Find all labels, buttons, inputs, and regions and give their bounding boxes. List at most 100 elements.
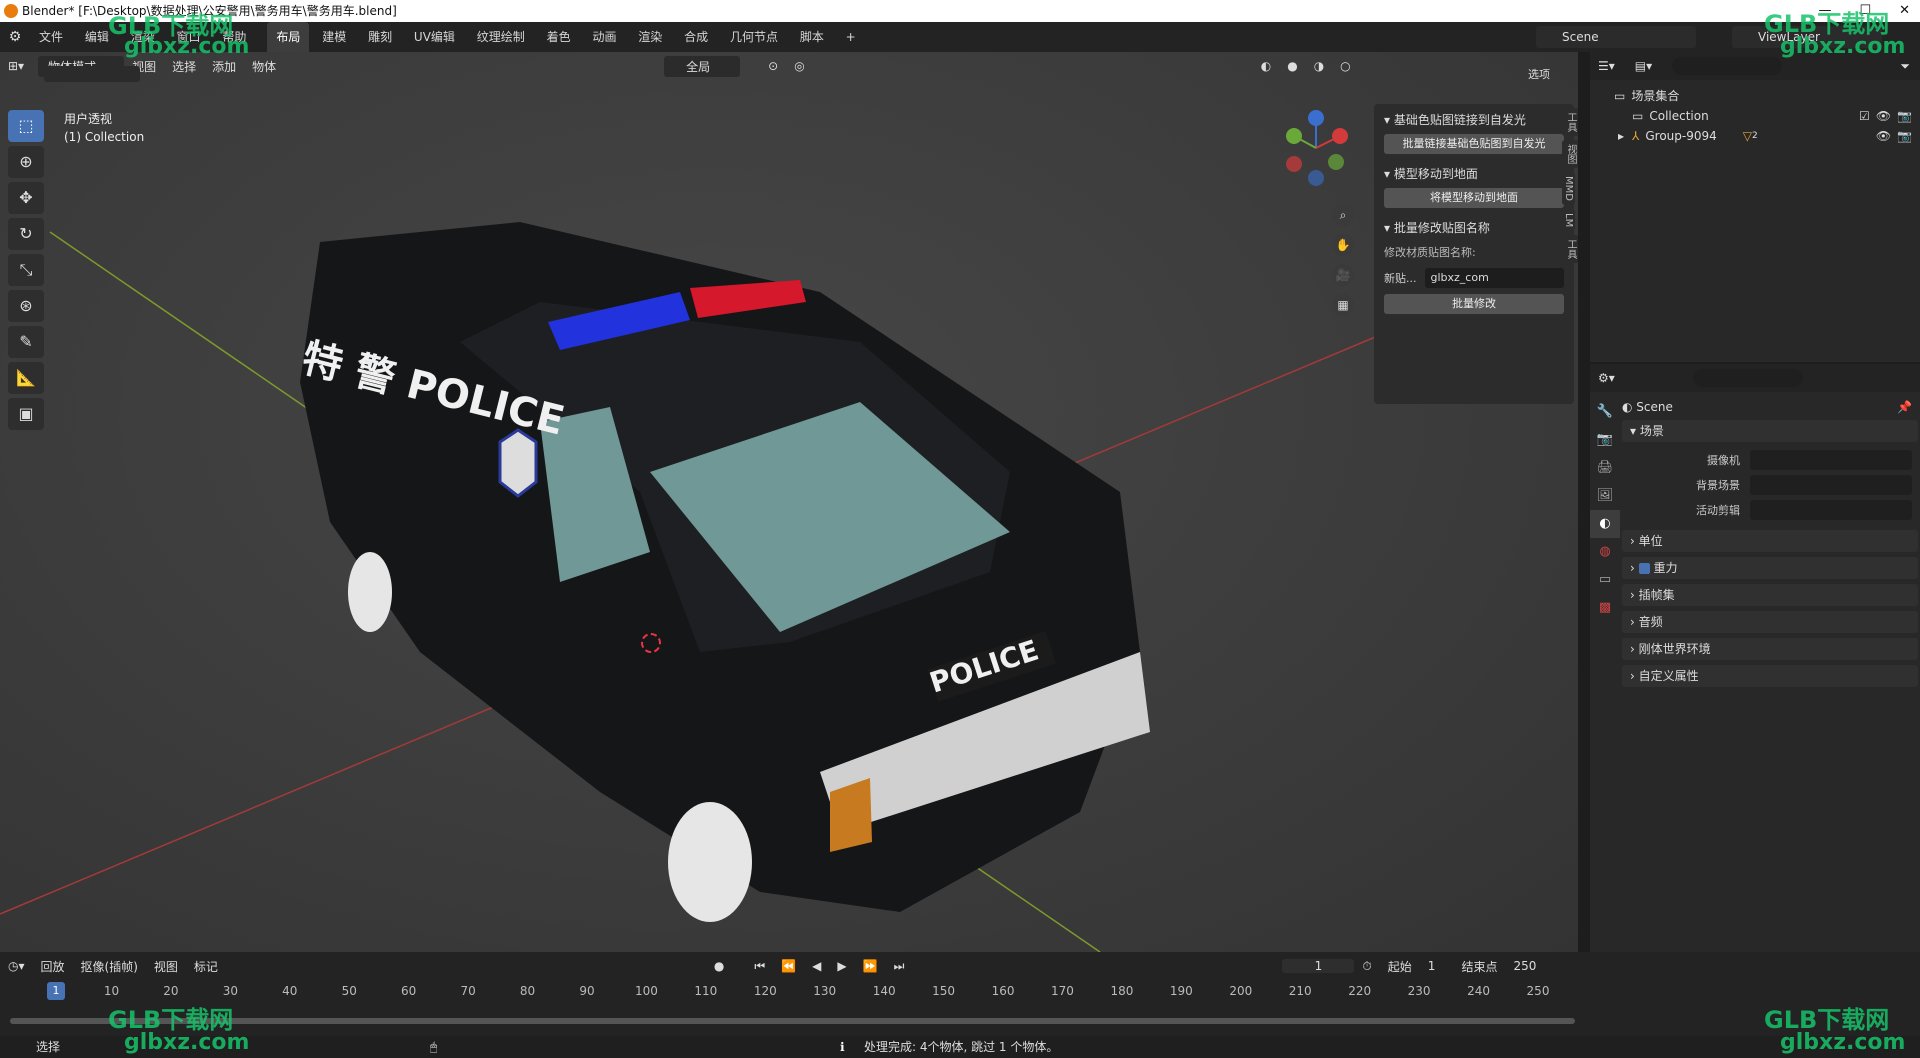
tool-tab-icon[interactable]: 🔧 — [1590, 398, 1620, 426]
timeline-scrollbar[interactable] — [10, 1018, 1575, 1024]
camera-view-icon[interactable]: 🎥 — [1332, 264, 1354, 286]
display-mode-icon[interactable]: ▤▾ — [1635, 59, 1652, 73]
frame-ruler[interactable]: 1102030405060708090100110120130140150160… — [48, 984, 1588, 1002]
select-box-icon[interactable]: ⬚ — [8, 110, 44, 142]
tab-animation[interactable]: 动画 — [583, 22, 625, 52]
outliner-search-input[interactable] — [1672, 57, 1783, 75]
pan-hand-icon[interactable]: ✋ — [1332, 234, 1354, 256]
rotate-icon[interactable]: ↻ — [8, 218, 44, 250]
world-tab-icon[interactable]: ◍ — [1590, 538, 1620, 566]
section-scene[interactable]: ▾ 场景 — [1622, 420, 1918, 442]
scale-icon[interactable]: ⤡ — [8, 254, 44, 286]
scene-selector[interactable]: Scene — [1536, 26, 1696, 48]
tab-rendering[interactable]: 渲染 — [629, 22, 671, 52]
eye-icon[interactable]: 👁 — [1876, 126, 1891, 146]
section-rename-textures[interactable]: ▾ 批量修改贴图名称 — [1374, 212, 1574, 238]
eye-icon[interactable]: 👁 — [1876, 106, 1891, 126]
move-to-ground-button[interactable]: 将模型移动到地面 — [1384, 188, 1564, 208]
status-select-label: 选择 — [36, 1040, 61, 1054]
record-icon[interactable]: ● — [706, 959, 732, 973]
tab-texture-paint[interactable]: 纹理绘制 — [468, 22, 534, 52]
jump-start-icon[interactable]: ⏮ — [746, 959, 773, 974]
properties-main: ◐ Scene 📌 ▾ 场景 摄像机 背景场景 活动剪辑 › 单位 › 重力 ›… — [1622, 394, 1918, 692]
annotate-icon[interactable]: ✎ — [8, 326, 44, 358]
section-base-color-emission[interactable]: ▾ 基础色贴图链接到自发光 — [1374, 104, 1574, 130]
3d-cursor-icon[interactable] — [641, 633, 661, 653]
tab-modeling[interactable]: 建模 — [313, 22, 355, 52]
render-tab-icon[interactable]: 📷 — [1590, 426, 1620, 454]
section-rigid-body[interactable]: › 刚体世界环境 — [1622, 638, 1918, 660]
preview-range-icon[interactable]: ⏱ — [1354, 959, 1379, 974]
outliner-item-collection[interactable]: ▭ Collection ☑ 👁 📷 — [1590, 106, 1920, 126]
checkbox-icon[interactable]: ☑ — [1859, 106, 1870, 126]
texture-tab-icon[interactable]: ▩ — [1590, 594, 1620, 622]
new-name-input[interactable]: glbxz_com — [1424, 268, 1564, 288]
tab-tool[interactable]: 工具 — [1562, 108, 1578, 136]
expand-arrow-icon[interactable]: ▸ — [1618, 126, 1624, 146]
perspective-grid-icon[interactable]: ▦ — [1332, 294, 1354, 316]
outliner-root[interactable]: ▭ 场景集合 — [1590, 86, 1920, 106]
section-move-to-ground[interactable]: ▾ 模型移动到地面 — [1374, 158, 1574, 184]
render-camera-icon[interactable]: 📷 — [1897, 126, 1912, 146]
navigation-gizmo[interactable] — [1276, 108, 1356, 188]
background-scene-field[interactable] — [1750, 474, 1912, 495]
camera-field[interactable] — [1750, 449, 1912, 470]
zoom-icon[interactable]: ⌕ — [1332, 204, 1354, 226]
properties-search-input[interactable] — [1692, 369, 1803, 387]
play-reverse-icon[interactable]: ◀ — [804, 959, 829, 973]
jump-end-icon[interactable]: ⏭ — [886, 959, 913, 974]
tab-geometry-nodes[interactable]: 几何节点 — [721, 22, 787, 52]
render-camera-icon[interactable]: 📷 — [1897, 106, 1912, 126]
timeline-editor-icon[interactable]: ◷▾ — [0, 959, 33, 973]
close-icon[interactable]: ✕ — [1899, 0, 1910, 22]
tab-compositing[interactable]: 合成 — [675, 22, 717, 52]
frame-tick-label: 20 — [163, 984, 179, 998]
active-clip-field[interactable] — [1750, 499, 1912, 520]
prev-key-icon[interactable]: ⏪ — [773, 959, 804, 973]
menu-playback[interactable]: 回放 — [33, 958, 73, 975]
transform-icon[interactable]: ⊛ — [8, 290, 44, 322]
tab-view[interactable]: 视图 — [1562, 140, 1578, 168]
section-keying-sets[interactable]: › 插帧集 — [1622, 584, 1918, 606]
add-workspace-icon[interactable]: + — [837, 22, 865, 52]
next-key-icon[interactable]: ⏩ — [855, 959, 886, 973]
current-frame-field[interactable]: 1 — [1282, 959, 1355, 973]
section-audio[interactable]: › 音频 — [1622, 611, 1918, 633]
section-custom-properties[interactable]: › 自定义属性 — [1622, 665, 1918, 687]
end-frame-field[interactable]: 250 — [1505, 959, 1544, 973]
section-gravity[interactable]: › 重力 — [1622, 557, 1918, 579]
batch-rename-button[interactable]: 批量修改 — [1384, 294, 1564, 314]
3d-viewport[interactable]: ⊞▾ 物体模式 视图 选择 添加 物体 全局 ⊙ ◎ ◐ ● ◑ ○ 选项 特 — [0, 52, 1578, 952]
start-frame-field[interactable]: 1 — [1420, 959, 1444, 973]
section-units[interactable]: › 单位 — [1622, 530, 1918, 552]
tab-tool-2[interactable]: 工具 — [1562, 235, 1578, 264]
tab-lm[interactable]: LM — [1562, 208, 1575, 232]
measure-icon[interactable]: 📐 — [8, 362, 44, 394]
tab-uv-editing[interactable]: UV编辑 — [405, 22, 464, 52]
gravity-checkbox[interactable] — [1638, 563, 1650, 574]
collection-tab-icon[interactable]: ▭ — [1590, 566, 1620, 594]
view-layer-tab-icon[interactable]: 🖼 — [1590, 482, 1620, 510]
link-basecolor-emission-button[interactable]: 批量链接基础色贴图到自发光 — [1384, 134, 1564, 154]
play-icon[interactable]: ▶ — [829, 959, 854, 973]
move-icon[interactable]: ✥ — [8, 182, 44, 214]
menu-keying[interactable]: 抠像(插帧) — [73, 958, 146, 975]
menu-timeline-view[interactable]: 视图 — [146, 958, 186, 975]
pin-icon[interactable]: 📌 — [1897, 394, 1912, 420]
output-tab-icon[interactable]: 🖨 — [1590, 454, 1620, 482]
cursor-icon[interactable]: ⊕ — [8, 146, 44, 178]
frame-tick-label: 160 — [991, 984, 1015, 998]
add-cube-icon[interactable]: ▣ — [8, 398, 44, 430]
tab-scripting[interactable]: 脚本 — [791, 22, 833, 52]
tab-mmd[interactable]: MMD — [1562, 172, 1575, 205]
outliner-editor-icon[interactable]: ☰▾ — [1598, 59, 1615, 73]
playhead[interactable]: 1 — [47, 982, 65, 1000]
tab-shading[interactable]: 着色 — [538, 22, 580, 52]
menu-marker[interactable]: 标记 — [186, 958, 226, 975]
filter-icon[interactable]: ⏷ — [1900, 59, 1910, 74]
scene-tab-icon[interactable]: ◐ — [1590, 510, 1620, 538]
tab-sculpting[interactable]: 雕刻 — [359, 22, 401, 52]
tab-layout[interactable]: 布局 — [267, 22, 310, 52]
outliner-item-group[interactable]: ▸ ⅄ Group-9094 ▽ 2 👁 📷 — [1590, 126, 1920, 146]
properties-editor-icon[interactable]: ⚙▾ — [1598, 371, 1615, 385]
